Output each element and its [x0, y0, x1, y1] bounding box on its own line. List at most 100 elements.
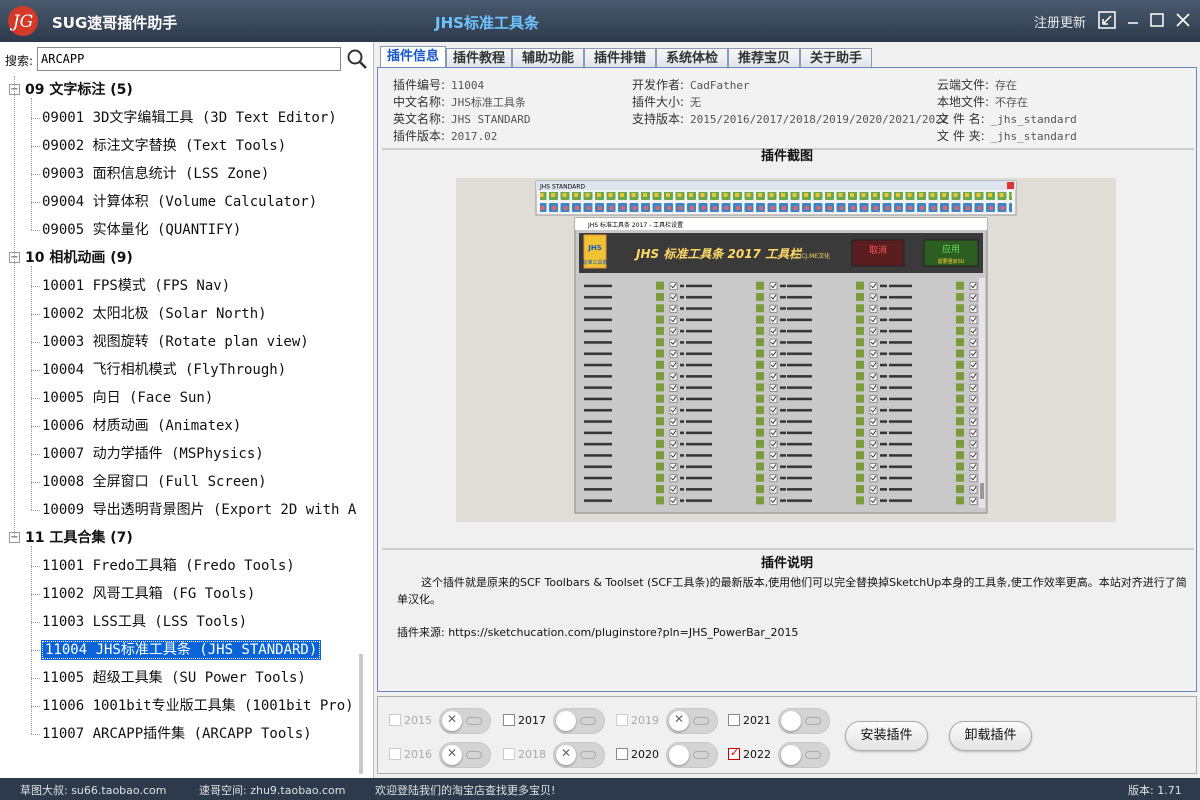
- tree-item-label: 11001 Fredo工具箱 (Fredo Tools): [42, 558, 295, 574]
- tree-group[interactable]: 11 工具合集 (7): [25, 524, 133, 552]
- tree-item[interactable]: 11003 LSS工具 (LSS Tools): [42, 608, 247, 636]
- tree-item[interactable]: 10008 全屏窗口 (Full Screen): [42, 468, 267, 496]
- info-field-value: _jhs_standard: [990, 113, 1077, 126]
- checkbox-icon: [503, 714, 515, 726]
- tree-item[interactable]: 09005 实体量化 (QUANTIFY): [42, 216, 241, 244]
- tree-item[interactable]: 10001 FPS模式 (FPS Nav): [42, 272, 230, 300]
- tree-item-label: 10003 视图旋转 (Rotate plan view): [42, 334, 309, 350]
- tab-3[interactable]: 辅助功能: [512, 48, 584, 69]
- version-label: 2016: [404, 748, 432, 761]
- svg-text:标准工具条: 标准工具条: [582, 259, 607, 266]
- svg-text:需要重启SU: 需要重启SU: [938, 258, 965, 265]
- tree-item-label: 09005 实体量化 (QUANTIFY): [42, 222, 242, 238]
- tree-item[interactable]: 10009 导出透明背景图片 (Export 2D with A: [42, 496, 356, 524]
- tree-item-label: 10005 向日 (Face Sun): [42, 390, 214, 406]
- tab-7[interactable]: 关于助手: [800, 48, 872, 69]
- version-toggle-2015[interactable]: [439, 708, 491, 734]
- info-field: 插件编号: 11004: [393, 76, 484, 93]
- toggle-knob: [669, 745, 689, 765]
- search-input[interactable]: [37, 47, 341, 71]
- tree-item[interactable]: 09001 3D文字编辑工具 (3D Text Editor): [42, 104, 337, 132]
- status-message: 欢迎登陆我们的淘宝店查找更多宝贝!: [375, 784, 556, 797]
- tree-connector: [31, 98, 32, 230]
- version-toggle-2016[interactable]: [439, 742, 491, 768]
- info-field: 开发作者: CadFather: [632, 76, 750, 93]
- tab-1[interactable]: 插件信息: [380, 46, 446, 69]
- checkbox-icon: [389, 748, 401, 760]
- version-checkbox-2018[interactable]: 2018: [503, 748, 546, 761]
- tree-item[interactable]: 11005 超级工具集 (SU Power Tools): [42, 664, 306, 692]
- tree-group[interactable]: 10 相机动画 (9): [25, 244, 133, 272]
- minimize-icon[interactable]: [1124, 11, 1142, 29]
- tree-item[interactable]: 10005 向日 (Face Sun): [42, 384, 213, 412]
- version-toggle-2022[interactable]: [778, 742, 830, 768]
- tab-5[interactable]: 系统体检: [656, 48, 728, 69]
- version-checkbox-2020[interactable]: 2020: [616, 748, 659, 761]
- info-field-value: CadFather: [690, 79, 750, 92]
- title-bar: JG SUG速哥插件助手 JHS标准工具条 注册更新: [0, 0, 1200, 42]
- toggle-track-icon: [693, 717, 709, 725]
- tree-item[interactable]: 09002 标注文字替换 (Text Tools): [42, 132, 286, 160]
- uninstall-button[interactable]: 卸载插件: [949, 721, 1032, 751]
- search-label: 搜索:: [5, 54, 34, 68]
- close-icon[interactable]: [1174, 11, 1192, 29]
- tree-item[interactable]: 10006 材质动画 (Animatex): [42, 412, 241, 440]
- version-toggle-2017[interactable]: [553, 708, 605, 734]
- tree-item[interactable]: 09004 计算体积 (Volume Calculator): [42, 188, 317, 216]
- info-field: 插件版本: 2017.02: [393, 127, 497, 144]
- tree-connector: [31, 678, 40, 679]
- tree-item[interactable]: 10007 动力学插件 (MSPhysics): [42, 440, 264, 468]
- tree-item-label: 10001 FPS模式 (FPS Nav): [42, 278, 231, 294]
- info-field-label: 开发作者:: [632, 78, 685, 92]
- app-logo-icon: JG: [8, 6, 38, 36]
- checkbox-icon: [616, 714, 628, 726]
- status-link-zhu9[interactable]: 速哥空间: zhu9.taobao.com: [199, 782, 345, 798]
- tree-item[interactable]: 10004 飞行相机模式 (FlyThrough): [42, 356, 286, 384]
- tree-item[interactable]: 11006 1001bit专业版工具集 (1001bit Pro): [42, 692, 354, 720]
- status-version: 版本: 1.71: [1128, 784, 1182, 797]
- register-update-link[interactable]: 注册更新: [1034, 12, 1086, 31]
- tree-connector: [31, 482, 40, 483]
- install-button[interactable]: 安装插件: [845, 721, 928, 751]
- version-checkbox-2015[interactable]: 2015: [389, 714, 432, 727]
- info-field-label: 支持版本:: [632, 112, 685, 126]
- checkbox-icon: [728, 714, 740, 726]
- tree-connector: [31, 146, 40, 147]
- tab-2[interactable]: 插件教程: [446, 48, 512, 69]
- info-field-value: 无: [690, 96, 702, 109]
- toggle-track-icon: [805, 717, 821, 725]
- tree-scrollbar-thumb[interactable]: [359, 654, 363, 774]
- version-toggle-2021[interactable]: [778, 708, 830, 734]
- tree-item[interactable]: 10003 视图旋转 (Rotate plan view): [42, 328, 309, 356]
- search-icon[interactable]: [345, 47, 369, 71]
- version-toggle-2018[interactable]: [553, 742, 605, 768]
- description-text: 这个插件就是原来的SCF Toolbars & Toolset (SCF工具条)…: [397, 574, 1187, 608]
- version-checkbox-2021[interactable]: 2021: [728, 714, 771, 727]
- tab-4[interactable]: 插件排错: [584, 48, 656, 69]
- version-checkbox-2017[interactable]: 2017: [503, 714, 546, 727]
- info-field-value: JHS标准工具条: [451, 96, 526, 109]
- tree-item[interactable]: 09003 面积信息统计 (LSS Zone): [42, 160, 269, 188]
- shrink-icon[interactable]: [1098, 11, 1116, 29]
- tree-group[interactable]: 09 文字标注 (5): [25, 76, 133, 104]
- info-field: 中文名称: JHS标准工具条: [393, 93, 526, 110]
- info-field-value: _jhs_standard: [990, 130, 1077, 143]
- description-body: 这个插件就是原来的SCF Toolbars & Toolset (SCF工具条)…: [397, 576, 1187, 606]
- tree-item[interactable]: 11007 ARCAPP插件集 (ARCAPP Tools): [42, 720, 312, 748]
- version-toggle-2020[interactable]: [666, 742, 718, 768]
- tree-item-label: 11007 ARCAPP插件集 (ARCAPP Tools): [42, 726, 312, 742]
- tree-item-selected[interactable]: 11004 JHS标准工具条 (JHS STANDARD): [40, 636, 322, 664]
- tab-6[interactable]: 推荐宝贝: [728, 48, 800, 69]
- version-checkbox-2016[interactable]: 2016: [389, 748, 432, 761]
- tree-item[interactable]: 11002 风哥工具箱 (FG Tools): [42, 580, 255, 608]
- version-checkbox-2022[interactable]: 2022: [728, 746, 771, 761]
- version-toggle-2019[interactable]: [666, 708, 718, 734]
- maximize-icon[interactable]: [1148, 11, 1166, 29]
- version-label: 2020: [631, 748, 659, 761]
- tree-item-label: 10004 飞行相机模式 (FlyThrough): [42, 362, 287, 378]
- tree-item[interactable]: 10002 太阳北极 (Solar North): [42, 300, 267, 328]
- toggle-track-icon: [466, 717, 482, 725]
- status-link-su66[interactable]: 草图大叔: su66.taobao.com: [20, 782, 166, 798]
- version-checkbox-2019[interactable]: 2019: [616, 714, 659, 727]
- tree-item[interactable]: 11001 Fredo工具箱 (Fredo Tools): [42, 552, 295, 580]
